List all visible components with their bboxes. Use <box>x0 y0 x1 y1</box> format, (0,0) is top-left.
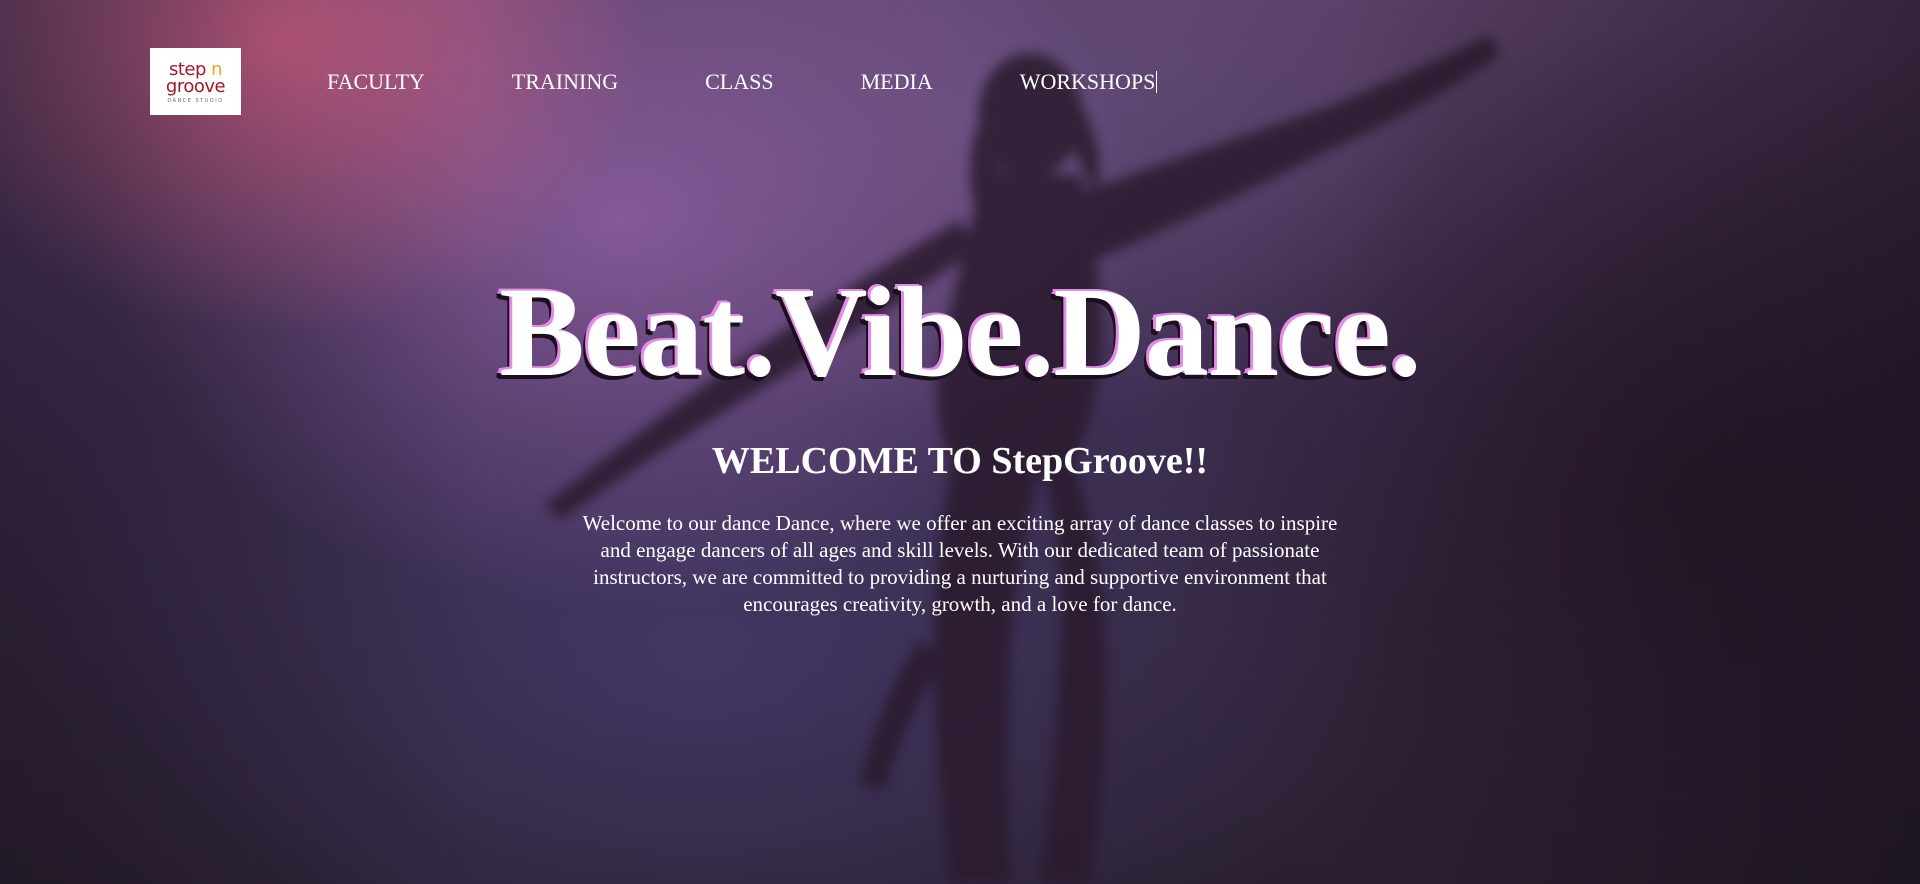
nav-link-training[interactable]: TRAINING <box>512 70 618 93</box>
welcome-heading: WELCOME TO StepGroove!! <box>711 440 1209 482</box>
nav-link-class[interactable]: CLASS <box>705 70 773 93</box>
hero-section: step n groove DANCE STUDIO FACULTY TRAIN… <box>0 0 1920 884</box>
nav-link-media[interactable]: MEDIA <box>861 70 933 93</box>
nav-link-faculty[interactable]: FACULTY <box>327 70 425 93</box>
nav-links: FACULTY TRAINING CLASS MEDIA WORKSHOPS <box>327 70 1158 93</box>
studio-logo[interactable]: step n groove DANCE STUDIO <box>150 48 241 115</box>
nav-link-workshops[interactable]: WORKSHOPS <box>1020 70 1158 93</box>
intro-paragraph: Welcome to our dance Dance, where we off… <box>582 511 1338 616</box>
logo-tagline: DANCE STUDIO <box>167 98 224 104</box>
hero-headline: Beat.Vibe.Dance. <box>499 261 1421 403</box>
logo-wordmark-line2: groove <box>165 76 226 97</box>
top-navigation: step n groove DANCE STUDIO FACULTY TRAIN… <box>150 48 1158 115</box>
